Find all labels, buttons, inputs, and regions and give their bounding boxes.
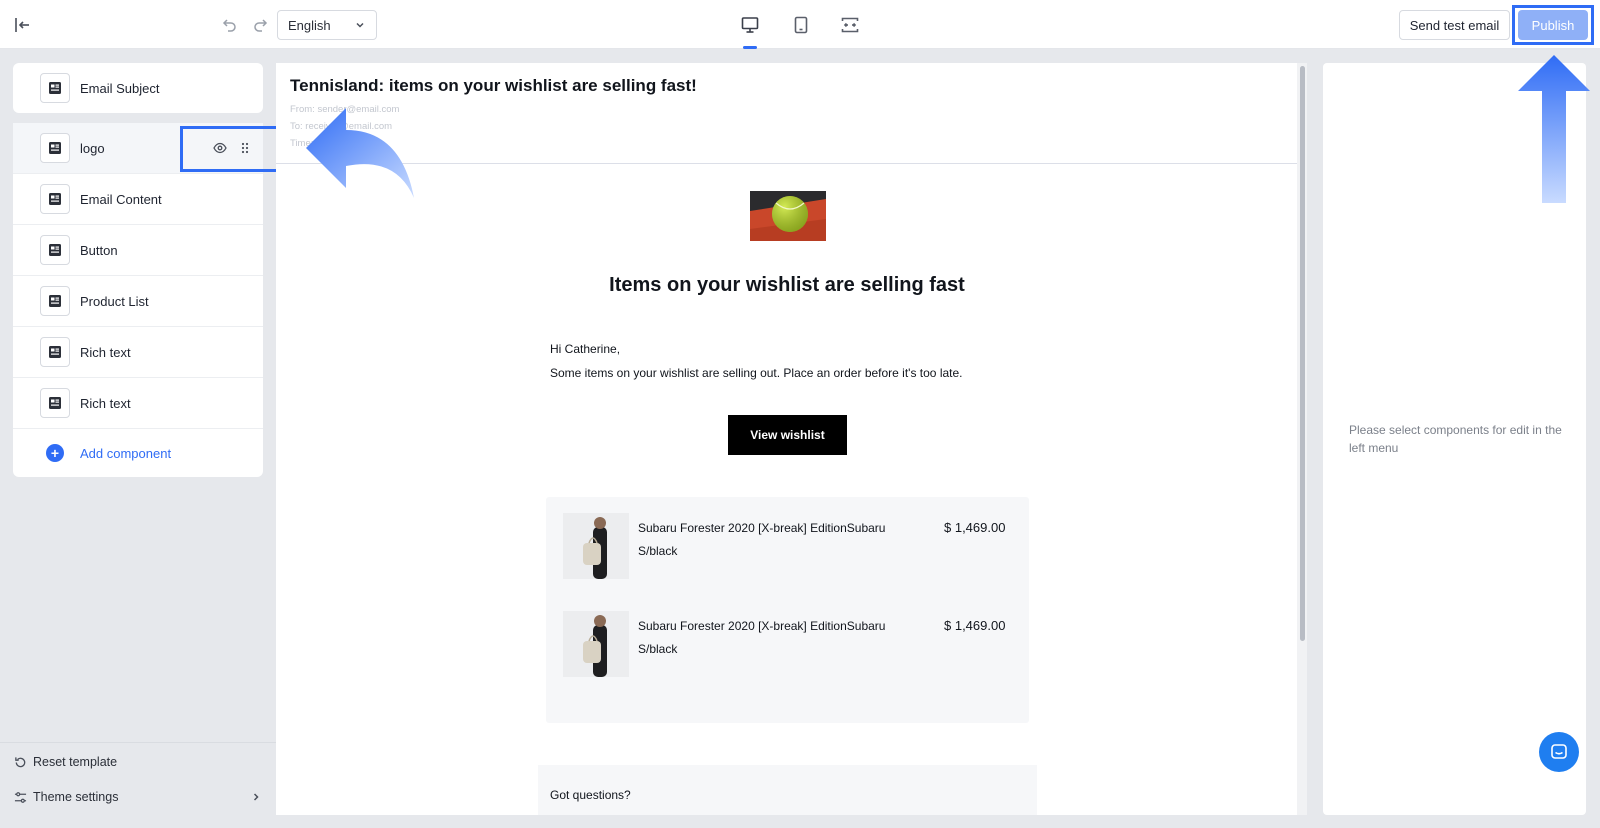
email-preview: Tennisland: items on your wishlist are s…	[276, 63, 1298, 815]
theme-settings-label: Theme settings	[33, 790, 119, 804]
sidebar-item-label: Email Subject	[80, 80, 160, 96]
product-image	[563, 611, 629, 677]
active-view-indicator	[743, 46, 757, 49]
properties-hint: Please select components for edit in the…	[1349, 423, 1562, 455]
sidebar-item-label: Button	[80, 242, 118, 258]
chevron-down-icon	[354, 19, 366, 31]
sidebar-item-label: logo	[80, 140, 105, 156]
email-body-text: Some items on your wishlist are selling …	[550, 366, 963, 380]
tablet-view-icon[interactable]	[787, 12, 815, 38]
chevron-right-icon	[250, 791, 262, 803]
chat-icon	[1549, 742, 1569, 762]
theme-settings-button[interactable]: Theme settings	[14, 790, 262, 804]
product-item: Subaru Forester 2020 [X-break] EditionSu…	[546, 595, 1029, 677]
exit-icon[interactable]	[8, 12, 36, 38]
preview-scrollbar-thumb[interactable]	[1300, 66, 1305, 641]
product-price: $ 1,469.00	[944, 520, 1006, 535]
sidebar-item-rich-text[interactable]: Rich text	[13, 327, 263, 378]
email-greeting: Hi Catherine,	[550, 342, 621, 356]
product-variant: S/black	[638, 642, 678, 656]
logo-row-actions-highlight	[180, 126, 283, 172]
product-list: Subaru Forester 2020 [X-break] EditionSu…	[546, 497, 1029, 723]
email-subject-card[interactable]: Email Subject	[13, 63, 263, 113]
components-card: logo Email Content Button Product List R…	[13, 123, 263, 477]
chat-button[interactable]	[1539, 732, 1579, 772]
add-component-button[interactable]: + Add component	[13, 429, 263, 477]
publish-button[interactable]: Publish	[1518, 10, 1588, 40]
sidebar-item-email-content[interactable]: Email Content	[13, 174, 263, 225]
view-wishlist-button[interactable]: View wishlist	[728, 415, 847, 455]
block-icon	[40, 73, 70, 103]
curved-arrow-annotation	[306, 108, 414, 198]
full-width-view-icon[interactable]	[836, 12, 864, 38]
block-icon	[40, 337, 70, 367]
sidebar-item-email-subject[interactable]: Email Subject	[13, 63, 263, 113]
desktop-view-icon[interactable]	[736, 12, 764, 38]
block-icon	[40, 133, 70, 163]
reset-template-button[interactable]: Reset template	[14, 755, 117, 769]
product-variant: S/black	[638, 544, 678, 558]
block-icon	[40, 235, 70, 265]
sidebar-item-label: Email Content	[80, 191, 162, 207]
email-heading: Items on your wishlist are selling fast	[609, 274, 965, 296]
drag-handle-icon[interactable]	[239, 141, 251, 155]
email-header: Tennisland: items on your wishlist are s…	[276, 63, 1298, 164]
questions-text: Got questions?	[550, 788, 631, 802]
add-component-label: Add component	[80, 445, 172, 461]
sidebar-item-product-list[interactable]: Product List	[13, 276, 263, 327]
sidebar-item-rich-text[interactable]: Rich text	[13, 378, 263, 429]
left-panel-footer: Reset template Theme settings	[0, 742, 276, 828]
product-name: Subaru Forester 2020 [X-break] EditionSu…	[638, 521, 886, 535]
up-arrow-annotation	[1518, 55, 1590, 203]
top-toolbar: English Send test email Publish	[0, 0, 1600, 49]
block-icon	[40, 388, 70, 418]
plus-icon: +	[46, 444, 64, 462]
language-select[interactable]: English	[277, 10, 377, 40]
block-icon	[40, 184, 70, 214]
product-name: Subaru Forester 2020 [X-break] EditionSu…	[638, 619, 886, 633]
product-image	[563, 513, 629, 579]
product-price: $ 1,469.00	[944, 618, 1006, 633]
sliders-icon	[14, 791, 27, 804]
questions-section: Got questions?	[538, 765, 1037, 815]
email-subject-text: Tennisland: items on your wishlist are s…	[290, 76, 697, 95]
product-item: Subaru Forester 2020 [X-break] EditionSu…	[546, 497, 1029, 579]
logo-image[interactable]	[750, 191, 826, 241]
undo-icon[interactable]	[218, 13, 242, 37]
language-value: English	[288, 17, 331, 33]
sidebar-item-label: Product List	[80, 293, 149, 309]
reset-icon	[14, 756, 27, 769]
sidebar-item-label: Rich text	[80, 344, 131, 360]
sidebar-item-label: Rich text	[80, 395, 131, 411]
block-icon	[40, 286, 70, 316]
sidebar-item-button[interactable]: Button	[13, 225, 263, 276]
send-test-email-button[interactable]: Send test email	[1399, 10, 1510, 40]
reset-template-label: Reset template	[33, 755, 118, 769]
eye-icon[interactable]	[213, 141, 227, 155]
redo-icon[interactable]	[248, 13, 272, 37]
